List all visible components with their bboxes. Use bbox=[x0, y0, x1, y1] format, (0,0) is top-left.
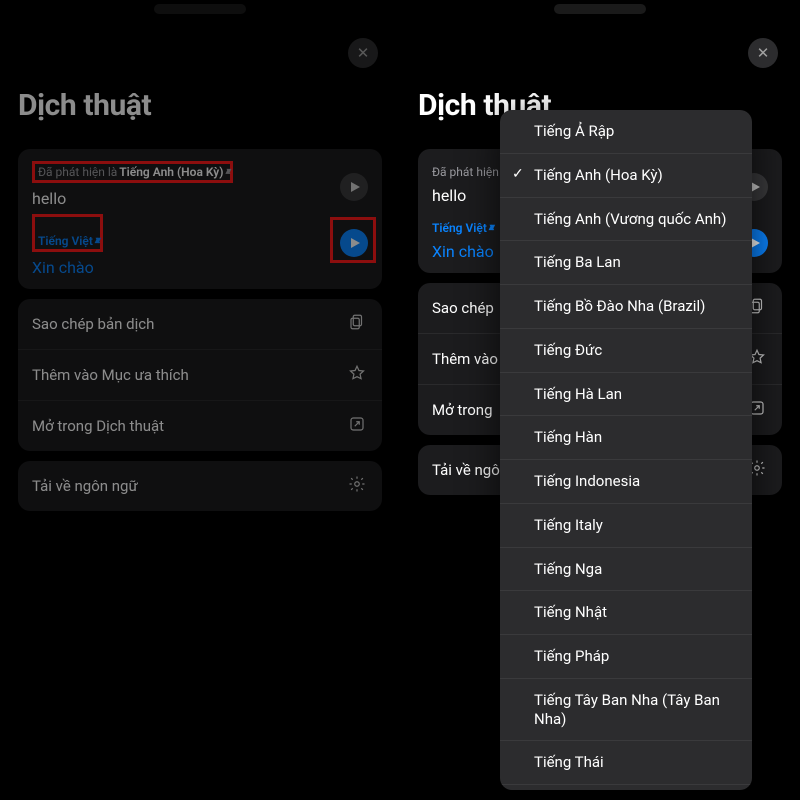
language-menu-item-label: Tiếng Ba Lan bbox=[534, 253, 621, 272]
language-menu-item[interactable]: Tiếng Anh (Vương quốc Anh) bbox=[500, 198, 752, 242]
play-icon bbox=[349, 237, 361, 249]
language-menu-item-label: Tiếng Đức bbox=[534, 341, 602, 360]
action-group-1: Sao chép bản dịch Thêm vào Mục ưa thích … bbox=[18, 299, 382, 451]
language-menu-item[interactable]: Tiếng Pháp bbox=[500, 635, 752, 679]
language-menu-item-label: Tiếng Nhật bbox=[534, 603, 607, 622]
language-menu-item-label: Tiếng Hàn bbox=[534, 428, 602, 447]
language-menu-item[interactable]: Tiếng Ba Lan bbox=[500, 241, 752, 285]
language-menu-item[interactable]: Tiếng Thổ Nhĩ Kỳ bbox=[500, 785, 752, 790]
chevron-updown-icon: ▴▾ bbox=[225, 167, 227, 177]
language-menu-item-label: Tiếng Indonesia bbox=[534, 472, 640, 491]
target-language-selector[interactable]: Tiếng Việt ▴▾ bbox=[38, 234, 97, 248]
language-menu-item[interactable]: Tiếng Tây Ban Nha (Tây Ban Nha) bbox=[500, 679, 752, 742]
language-menu-item-label: Tiếng Thái bbox=[534, 753, 604, 772]
close-icon: ✕ bbox=[757, 44, 770, 62]
source-language-selector[interactable]: Đã phát hiện là Tiếng Anh (Hoa Kỳ) ▴▾ bbox=[38, 165, 227, 179]
notch bbox=[154, 4, 246, 14]
language-menu-item[interactable]: Tiếng Đức bbox=[500, 329, 752, 373]
open-in-translate-row[interactable]: Mở trong Dịch thuật bbox=[18, 401, 382, 451]
copy-icon bbox=[346, 313, 368, 335]
play-target-button[interactable] bbox=[340, 229, 368, 257]
language-menu-scroll[interactable]: Tiếng Ả Rập ✓ Tiếng Anh (Hoa Kỳ) Tiếng Anh … bbox=[500, 110, 752, 790]
language-menu-item[interactable]: Tiếng Bồ Đào Nha (Brazil) bbox=[500, 285, 752, 329]
gear-icon bbox=[346, 475, 368, 497]
download-language-row[interactable]: Tải về ngôn ngữ bbox=[18, 461, 382, 511]
play-icon bbox=[349, 181, 361, 193]
star-icon bbox=[346, 364, 368, 386]
language-menu-item[interactable]: Tiếng Nga bbox=[500, 548, 752, 592]
language-menu-item-label: Tiếng Tây Ban Nha (Tây Ban Nha) bbox=[534, 691, 738, 729]
language-menu-item-label: Tiếng Anh (Vương quốc Anh) bbox=[534, 210, 726, 229]
close-button[interactable]: ✕ bbox=[348, 38, 378, 68]
language-menu: Tiếng Ả Rập ✓ Tiếng Anh (Hoa Kỳ) Tiếng Anh … bbox=[500, 110, 752, 790]
language-menu-item-label: Tiếng Bồ Đào Nha (Brazil) bbox=[534, 297, 705, 316]
open-external-icon bbox=[346, 415, 368, 437]
language-menu-item[interactable]: Tiếng Italy bbox=[500, 504, 752, 548]
copy-translation-row[interactable]: Sao chép bản dịch bbox=[18, 299, 382, 350]
source-language-selector[interactable]: Đã phát hiện bbox=[432, 165, 499, 179]
chevron-updown-icon: ▴▾ bbox=[95, 236, 97, 246]
close-icon: ✕ bbox=[357, 44, 370, 62]
add-favorite-row[interactable]: Thêm vào Mục ưa thích bbox=[18, 350, 382, 401]
language-menu-item-label: Tiếng Nga bbox=[534, 560, 602, 579]
screenshot-left: ✕ Dịch thuật Đã phát hiện là Tiếng Anh (… bbox=[0, 0, 400, 800]
language-menu-item-label: Tiếng Hà Lan bbox=[534, 385, 622, 404]
language-menu-item[interactable]: Tiếng Hàn bbox=[500, 416, 752, 460]
language-menu-item[interactable]: Tiếng Hà Lan bbox=[500, 373, 752, 417]
translation-card: Đã phát hiện là Tiếng Anh (Hoa Kỳ) ▴▾ he… bbox=[18, 149, 382, 289]
target-text: Xin chào bbox=[32, 258, 368, 277]
language-menu-item[interactable]: Tiếng Ả Rập bbox=[500, 110, 752, 154]
action-group-2: Tải về ngôn ngữ bbox=[18, 461, 382, 511]
chevron-updown-icon: ▴▾ bbox=[489, 223, 491, 233]
checkmark-icon: ✓ bbox=[512, 166, 524, 184]
page-title: Dịch thuật bbox=[18, 88, 382, 123]
language-menu-item[interactable]: Tiếng Nhật bbox=[500, 591, 752, 635]
source-text: hello bbox=[32, 189, 368, 208]
screenshot-right: ✕ Dịch thuật Đã phát hiện hello Tiếng Vi… bbox=[400, 0, 800, 800]
language-menu-item[interactable]: Tiếng Indonesia bbox=[500, 460, 752, 504]
play-source-button[interactable] bbox=[340, 173, 368, 201]
notch bbox=[554, 4, 646, 14]
language-menu-item[interactable]: ✓ Tiếng Anh (Hoa Kỳ) bbox=[500, 154, 752, 198]
language-menu-item-label: Tiếng Pháp bbox=[534, 647, 609, 666]
target-language-selector[interactable]: Tiếng Việt ▴▾ bbox=[432, 221, 491, 235]
close-button[interactable]: ✕ bbox=[748, 38, 778, 68]
language-menu-item-label: Tiếng Italy bbox=[534, 516, 603, 535]
language-menu-item-label: Tiếng Ả Rập bbox=[534, 122, 614, 141]
language-menu-item-label: Tiếng Anh (Hoa Kỳ) bbox=[534, 166, 663, 185]
language-menu-item[interactable]: Tiếng Thái bbox=[500, 741, 752, 785]
